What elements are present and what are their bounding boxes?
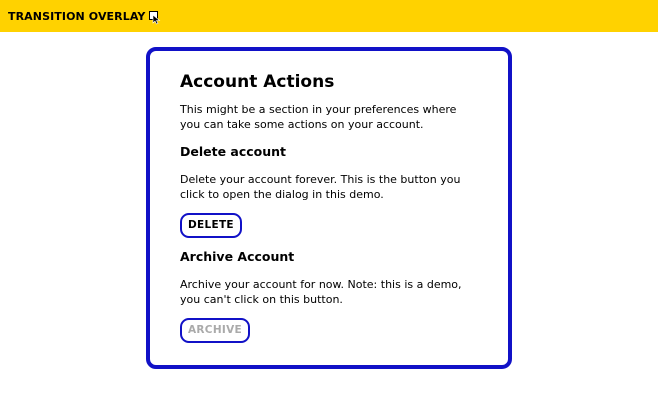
account-actions-card: Account Actions This might be a section … xyxy=(146,47,512,369)
delete-button[interactable]: DELETE xyxy=(180,213,242,238)
delete-section-description: Delete your account forever. This is the… xyxy=(180,173,461,201)
archive-section-description: Archive your account for now. Note: this… xyxy=(180,278,462,306)
card-intro-text: This might be a section in your preferen… xyxy=(180,103,457,131)
app-header: TRANSITION OVERLAY xyxy=(0,0,658,32)
archive-section-heading: Archive Account xyxy=(180,249,295,264)
archive-button: ARCHIVE xyxy=(180,318,251,343)
card-title: Account Actions xyxy=(180,72,335,92)
cursor-pointer-icon xyxy=(149,11,161,25)
app-title: TRANSITION OVERLAY xyxy=(8,9,146,23)
delete-section-heading: Delete account xyxy=(180,144,287,159)
